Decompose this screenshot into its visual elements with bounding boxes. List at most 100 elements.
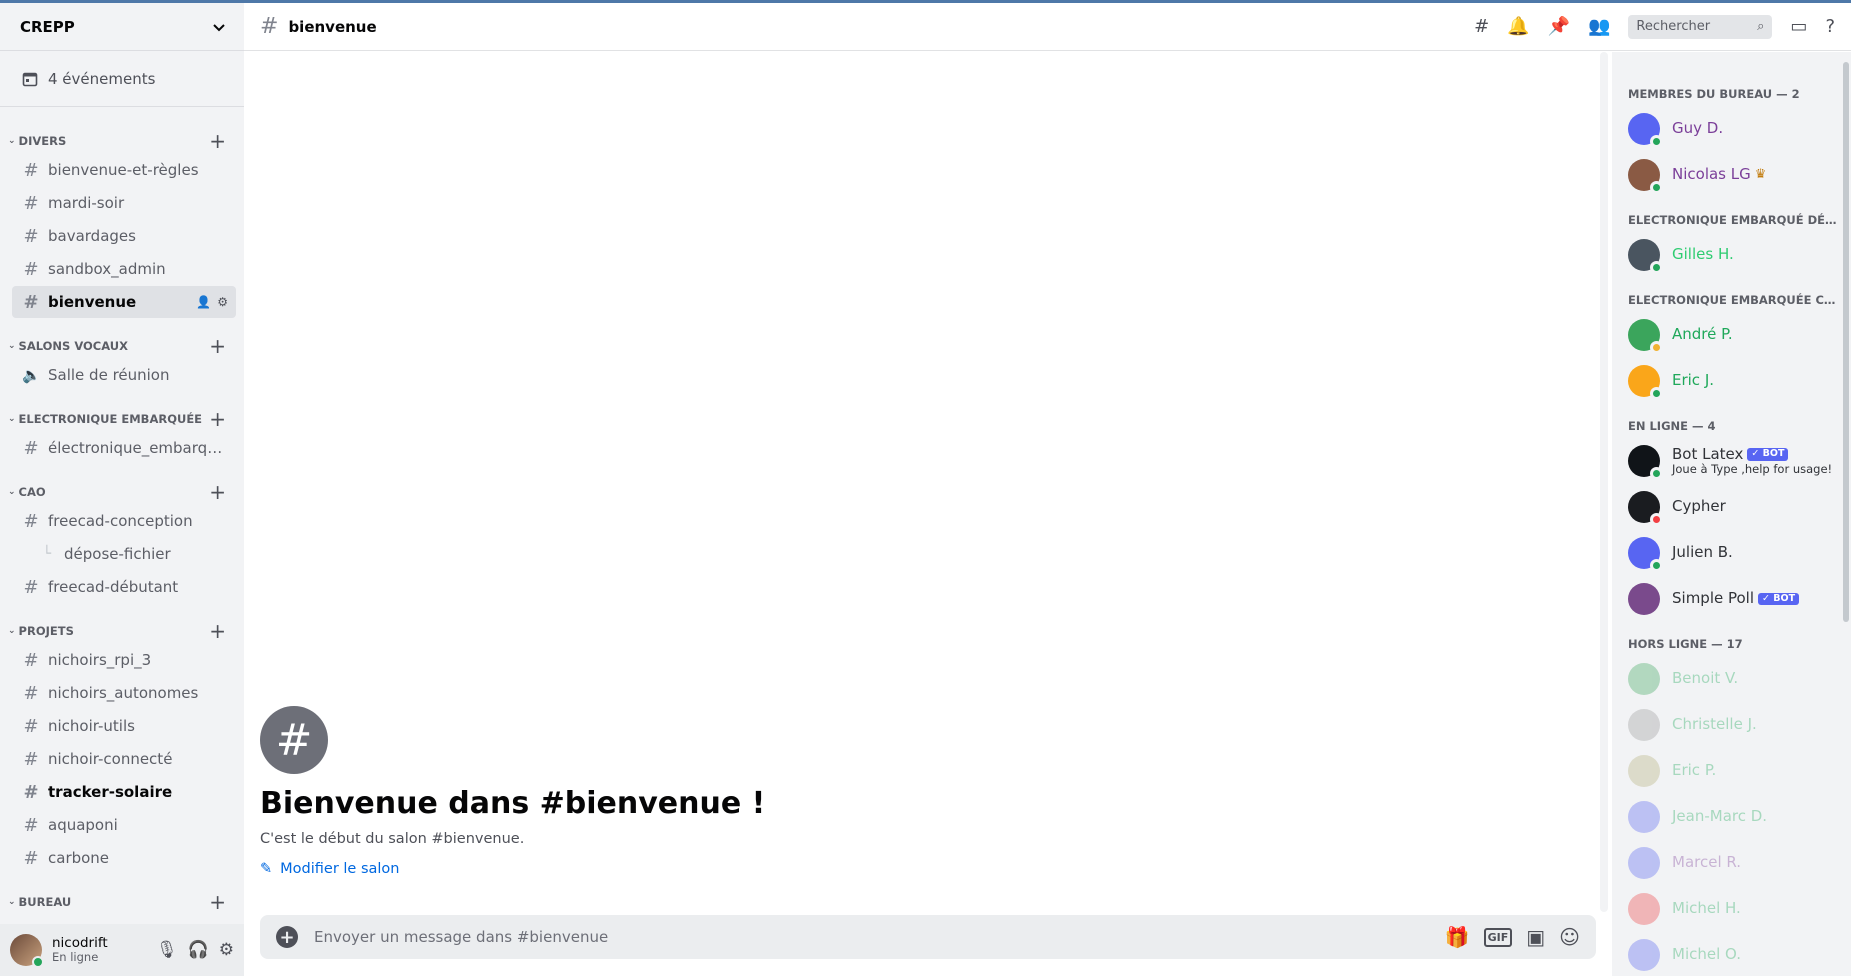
member-item[interactable]: Eric J. (1628, 358, 1843, 404)
voice-channel-salle-de-reunion[interactable]: 🔈 Salle de réunion (12, 359, 236, 391)
thread-branch-icon: └ (42, 546, 52, 562)
gear-icon[interactable]: ⚙ (217, 295, 228, 309)
gif-button[interactable]: GIF (1483, 927, 1513, 947)
thread-depose-fichier[interactable]: └ dépose-fichier (12, 538, 236, 570)
members-list-icon[interactable]: 👥 (1588, 16, 1610, 37)
channel-nichoir-connecte[interactable]: # nichoir-connecté (12, 743, 236, 775)
sticker-icon[interactable]: ▣ (1526, 925, 1545, 949)
member-item[interactable]: Christelle J. (1628, 702, 1843, 748)
edit-channel-link[interactable]: ✎ Modifier le salon (260, 861, 765, 877)
member-name: Simple Poll ✓ BOT (1672, 590, 1800, 607)
hash-icon: # (23, 682, 39, 704)
member-item[interactable]: Nicolas LG ♛ (1628, 152, 1843, 198)
category-electronique-embarquee[interactable]: ⌄ ELECTRONIQUE EMBARQUÉE + (8, 407, 236, 431)
member-item[interactable]: Michel H. (1628, 886, 1843, 932)
member-item[interactable]: Bot Latex ✓ BOT Joue à Type ,help for usag… (1628, 438, 1843, 484)
help-icon[interactable]: ? (1825, 16, 1835, 37)
microphone-icon[interactable]: 🎙 (156, 940, 178, 960)
avatar (1628, 847, 1660, 879)
member-name: Guy D. (1672, 119, 1724, 138)
online-status-indicator (32, 956, 44, 968)
calendar-icon (22, 72, 38, 86)
category-salons-vocaux[interactable]: ⌄ SALONS VOCAUX + (8, 334, 236, 358)
scrollbar[interactable] (1600, 52, 1608, 912)
bot-badge: ✓ BOT (1747, 447, 1789, 461)
member-item[interactable]: Marcel R. (1628, 840, 1843, 886)
member-item[interactable]: Cypher (1628, 484, 1843, 530)
member-item[interactable]: Simple Poll ✓ BOT (1628, 576, 1843, 622)
channel-freecad-debutant[interactable]: # freecad-débutant (12, 571, 236, 603)
channel-nichoir-utils[interactable]: # nichoir-utils (12, 710, 236, 742)
channel-carbone[interactable]: # carbone (12, 842, 236, 874)
member-item[interactable]: Michel O. (1628, 932, 1843, 976)
hash-icon: # (23, 715, 39, 737)
member-item[interactable]: Benoit V. (1628, 656, 1843, 702)
hash-icon: # (23, 847, 39, 869)
channel-tracker-solaire[interactable]: # tracker-solaire (12, 776, 236, 808)
channel-sandbox-admin[interactable]: # sandbox_admin (12, 253, 236, 285)
hash-icon: # (260, 706, 328, 774)
message-composer[interactable]: + Envoyer un message dans #bienvenue 🎁 G… (260, 915, 1596, 959)
channel-electronique-embarquee[interactable]: # électronique_embarqué... (12, 432, 236, 464)
add-channel-icon[interactable]: + (209, 621, 226, 641)
hash-icon: # (23, 159, 39, 181)
member-name: Jean-Marc D. (1672, 807, 1768, 826)
threads-icon[interactable]: # (1474, 16, 1489, 37)
category-projets[interactable]: ⌄ PROJETS + (8, 619, 236, 643)
chevron-down-icon: ⌄ (8, 136, 16, 146)
thread-hash-icon: # (23, 748, 39, 770)
avatar (1628, 583, 1660, 615)
channel-freecad-conception[interactable]: # freecad-conception (12, 505, 236, 537)
headphones-icon[interactable]: 🎧 (188, 940, 209, 960)
member-item[interactable]: Eric P. (1628, 748, 1843, 794)
channel-nichoirs-autonomes[interactable]: # nichoirs_autonomes (12, 677, 236, 709)
emoji-icon[interactable]: ☺ (1559, 925, 1580, 949)
channel-mardi-soir[interactable]: # mardi-soir (12, 187, 236, 219)
guild-header[interactable]: CREPP (0, 3, 244, 51)
member-name: Julien B. (1672, 543, 1733, 562)
member-item[interactable]: Julien B. (1628, 530, 1843, 576)
gift-icon[interactable]: 🎁 (1445, 925, 1470, 949)
channel-bienvenue-et-regles[interactable]: # bienvenue-et-règles (12, 154, 236, 186)
avatar[interactable] (10, 934, 44, 968)
member-item[interactable]: Jean-Marc D. (1628, 794, 1843, 840)
add-channel-icon[interactable]: + (209, 409, 226, 429)
avatar (1628, 445, 1663, 480)
channel-nichoirs-rpi-3[interactable]: # nichoirs_rpi_3 (12, 644, 236, 676)
message-area: # Bienvenue dans #bienvenue ! C'est le d… (244, 52, 1600, 976)
category-divers[interactable]: ⌄ DIVERS + (8, 129, 236, 153)
add-channel-icon[interactable]: + (209, 336, 226, 356)
add-channel-icon[interactable]: + (209, 892, 226, 912)
scrollbar[interactable] (1843, 62, 1849, 622)
member-item[interactable]: Gilles H. (1628, 232, 1843, 278)
chevron-down-icon: ⌄ (8, 487, 16, 497)
add-channel-icon[interactable]: + (209, 131, 226, 151)
channel-bienvenue[interactable]: # bienvenue 👤 ⚙ (12, 286, 236, 318)
message-input[interactable]: Envoyer un message dans #bienvenue (314, 928, 1429, 946)
channel-bavardages[interactable]: # bavardages (12, 220, 236, 252)
invite-member-icon[interactable]: 👤 (196, 295, 211, 309)
member-item[interactable]: Guy D. (1628, 106, 1843, 152)
add-attachment-icon[interactable]: + (276, 926, 298, 948)
member-name: Bot Latex ✓ BOT (1672, 445, 1832, 463)
hash-icon: # (23, 258, 39, 280)
inbox-icon[interactable]: ▭ (1790, 16, 1807, 37)
add-channel-icon[interactable]: + (209, 482, 226, 502)
search-input[interactable]: Rechercher ⌕ (1628, 14, 1773, 39)
member-item[interactable]: André P. (1628, 312, 1843, 358)
category-bureau[interactable]: ⌄ BUREAU + (8, 890, 236, 914)
hash-icon: # (23, 192, 39, 214)
chevron-down-icon: ⌄ (8, 897, 16, 907)
gear-icon[interactable]: ⚙ (219, 940, 234, 960)
bot-badge: ✓ BOT (1758, 592, 1800, 606)
bell-icon[interactable]: 🔔 (1507, 16, 1529, 37)
pin-icon[interactable]: 📌 (1548, 16, 1570, 37)
avatar (1628, 319, 1663, 354)
member-section-title: HORS LIGNE — 17 (1628, 637, 1743, 651)
chevron-down-icon (213, 23, 225, 31)
member-section-title: MEMBRES DU BUREAU — 2 (1628, 87, 1800, 101)
category-cao[interactable]: ⌄ CAO + (8, 480, 236, 504)
channel-aquaponi[interactable]: # aquaponi (12, 809, 236, 841)
events-button[interactable]: 4 événements (0, 51, 244, 107)
chevron-down-icon: ⌄ (8, 414, 16, 424)
